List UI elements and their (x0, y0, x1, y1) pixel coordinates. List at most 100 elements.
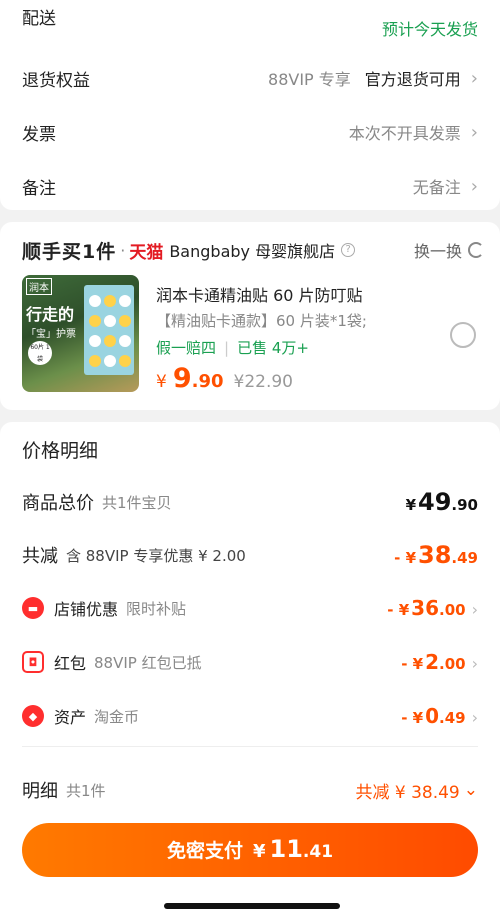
swap-button[interactable]: 换一换 (414, 238, 484, 262)
total-decimal: .90 (451, 496, 478, 514)
detail-label: 明细 (22, 781, 58, 802)
tmall-logo: 天猫 (129, 242, 164, 263)
shop-discount-decimal: .00 (439, 601, 466, 619)
pay-integer: 11 (269, 835, 303, 863)
product-tags: 假一赔四 | 已售 4万+ (156, 337, 309, 358)
original-price: ¥22.90 (233, 372, 293, 392)
remark-value: 无备注 › (413, 174, 478, 198)
total-sub: 共1件宝贝 (102, 493, 172, 512)
discount-label: 共减 (22, 546, 58, 567)
invoice-value: 本次不开具发票 › (349, 120, 478, 144)
pay-decimal: .41 (302, 842, 334, 862)
remark-row[interactable]: 备注 无备注 › (22, 172, 478, 200)
assets-sub: 淘金币 (94, 707, 140, 726)
sf-badge: 顺手买1件 (22, 240, 117, 263)
shop-discount-amount: - ¥ 36 .00 › (387, 596, 478, 620)
shop-discount-sub: 限时补贴 (126, 599, 187, 618)
red-packet-row[interactable]: ◘ 红包 88VIP 红包已抵 - ¥ 2 .00 › (22, 650, 478, 674)
chevron-right-icon: › (471, 654, 478, 673)
total-currency: ¥ (405, 496, 417, 514)
product-name[interactable]: 润本卡通精油贴 60 片防叮贴 (156, 282, 363, 306)
detail-sub: 共1件 (66, 781, 106, 800)
delivery-eta: 预计今天发货 (381, 20, 478, 39)
shop-discount-integer: 36 (411, 596, 440, 620)
discount-sub: 含 88VIP 专享优惠 ¥ 2.00 (66, 546, 246, 565)
add-on-header: 顺手买1件 · 天猫 Bangbaby 母婴旗舰店 ? 换一换 (22, 236, 484, 264)
total-integer: 49 (418, 488, 452, 516)
chevron-down-icon: ⌄ (463, 780, 478, 800)
red-packet-amount: - ¥ 2 .00 › (401, 650, 478, 674)
pay-label: 免密支付 (166, 840, 243, 862)
assets-integer: 0 (425, 704, 440, 728)
chevron-right-icon: › (470, 175, 478, 197)
product-thumbnail[interactable]: 润本 行走的 「宝」护票 60片 1袋 (22, 275, 139, 392)
separator-dot: · (120, 240, 126, 260)
chevron-right-icon: › (471, 708, 478, 727)
assets-amount: - ¥ 0 .49 › (401, 704, 478, 728)
tag-icon: ◆ (22, 705, 44, 727)
detail-bar[interactable]: 明细 共1件 共减 ¥ 38.49 ⌄ (22, 777, 478, 803)
red-packet-decimal: .00 (439, 655, 466, 673)
chevron-right-icon: › (471, 600, 478, 619)
remark-label: 备注 (22, 178, 56, 199)
thumb-text-2: 「宝」护票 (26, 329, 76, 340)
shop-discount-row[interactable]: ▬ 店铺优惠 限时补贴 - ¥ 36 .00 › (22, 596, 478, 620)
tag-separator: | (224, 338, 230, 357)
home-indicator[interactable] (164, 903, 340, 909)
invoice-label: 发票 (22, 124, 56, 145)
product-spec[interactable]: 【精油贴卡通款】60 片装*1袋; (156, 310, 367, 331)
red-packet-icon: ◘ (22, 651, 44, 673)
price-integer: 9 (172, 363, 192, 394)
red-packet-integer: 2 (425, 650, 440, 674)
invoice-status: 本次不开具发票 (348, 124, 461, 143)
thumb-badge: 60片 1袋 (28, 341, 52, 365)
invoice-row[interactable]: 发票 本次不开具发票 › (22, 118, 478, 146)
sticker-pack-image (84, 285, 134, 375)
detail-saving[interactable]: 共减 ¥ 38.49 ⌄ (355, 778, 478, 803)
red-packet-label: 红包 (54, 654, 87, 673)
discount-decimal: .49 (451, 549, 478, 567)
shop-discount-currency: - ¥ (387, 601, 410, 619)
remark-status: 无备注 (412, 178, 461, 197)
return-rights-value: 88VIP 专享 官方退货可用 › (268, 66, 478, 90)
help-icon[interactable]: ? (341, 243, 356, 257)
pay-button[interactable]: 免密支付 ¥ 11 .41 (22, 823, 478, 877)
assets-decimal: .49 (439, 709, 466, 727)
return-rights-label: 退货权益 (22, 70, 90, 91)
total-amount: ¥ 49 .90 (406, 488, 478, 516)
thumb-text-1: 行走的 (26, 305, 75, 324)
assets-row[interactable]: ◆ 资产 淘金币 - ¥ 0 .49 › (22, 704, 478, 728)
guarantee-tag: 假一赔四 (156, 339, 217, 357)
delivery-eta-row: 预计今天发货 (22, 14, 478, 42)
store-icon: ▬ (22, 597, 44, 619)
discount-amount: - ¥ 38 .49 (394, 541, 478, 569)
discount-row: 共减 含 88VIP 专享优惠 ¥ 2.00 - ¥ 38 .49 (22, 541, 478, 569)
assets-currency: - ¥ (401, 709, 424, 727)
thumb-brand: 润本 (26, 278, 52, 295)
swap-label: 换一换 (413, 242, 462, 261)
discount-currency: - ¥ (394, 549, 417, 567)
shop-discount-label: 店铺优惠 (54, 600, 119, 619)
return-rights-status: 官方退货可用 (364, 70, 461, 89)
price-detail-title: 价格明细 (22, 440, 99, 462)
chevron-right-icon: › (470, 67, 478, 89)
refresh-icon (468, 242, 484, 258)
price-decimal: .90 (191, 371, 224, 392)
saving-text: 共减 ¥ 38.49 (355, 782, 460, 803)
assets-label: 资产 (54, 708, 87, 727)
product-price: ¥ 9 .90 ¥22.90 (156, 363, 293, 394)
red-packet-currency: - ¥ (401, 655, 424, 673)
vip-tag: 88VIP 专享 (268, 70, 351, 89)
red-packet-sub: 88VIP 红包已抵 (94, 653, 202, 672)
discount-integer: 38 (418, 541, 452, 569)
sold-count: 已售 4万+ (237, 339, 309, 357)
select-radio[interactable] (450, 322, 476, 348)
total-label: 商品总价 (22, 493, 94, 514)
return-rights-row[interactable]: 退货权益 88VIP 专享 官方退货可用 › (22, 64, 478, 92)
chevron-right-icon: › (470, 121, 478, 143)
divider (22, 746, 478, 747)
total-row: 商品总价 共1件宝贝 ¥ 49 .90 (22, 488, 478, 516)
shop-name[interactable]: Bangbaby 母婴旗舰店 (169, 238, 335, 262)
pay-currency: ¥ (252, 841, 266, 862)
price-currency: ¥ (156, 372, 167, 392)
